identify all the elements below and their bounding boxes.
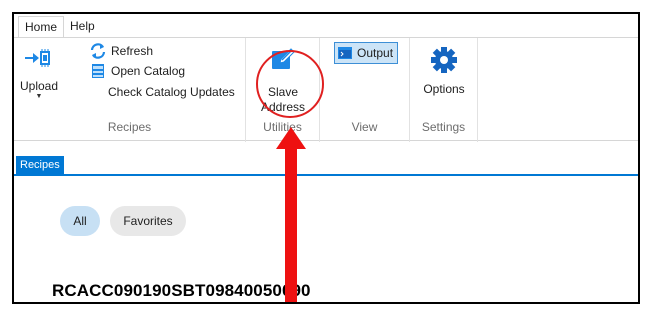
filter-all-button[interactable]: All xyxy=(60,206,100,236)
view-group-label: View xyxy=(351,120,378,134)
output-icon xyxy=(338,47,352,59)
tab-underline xyxy=(14,174,638,176)
annotation-arrow-icon xyxy=(276,127,306,302)
dropdown-arrow-icon: ▼ xyxy=(35,93,43,100)
upload-button[interactable]: Upload ▼ xyxy=(20,46,58,116)
options-button[interactable]: Options xyxy=(416,46,472,96)
settings-group-label: Settings xyxy=(421,120,466,134)
gear-icon xyxy=(430,47,458,77)
recipe-name[interactable]: RCACC090190SBT09840050090 xyxy=(52,281,311,301)
upload-icon xyxy=(23,49,55,73)
check-catalog-updates-button[interactable]: Check Catalog Updates xyxy=(108,83,235,101)
open-catalog-label: Open Catalog xyxy=(111,64,186,78)
open-catalog-button[interactable]: Open Catalog xyxy=(90,62,185,80)
output-label: Output xyxy=(357,46,394,60)
highlight-circle xyxy=(256,50,324,118)
upload-label: Upload xyxy=(20,79,59,93)
settings-group: Options Settings xyxy=(410,38,478,142)
filter-favorites-button[interactable]: Favorites xyxy=(110,206,186,236)
refresh-icon xyxy=(90,43,106,59)
output-button[interactable]: Output xyxy=(334,42,398,64)
view-group: Output View xyxy=(320,38,410,142)
tab-recipes[interactable]: Recipes xyxy=(16,156,64,174)
recipes-group-label: Recipes xyxy=(107,120,152,134)
refresh-label: Refresh xyxy=(111,44,154,58)
tab-help[interactable]: Help xyxy=(64,16,101,38)
refresh-button[interactable]: Refresh xyxy=(90,42,153,60)
tab-home[interactable]: Home xyxy=(18,16,65,38)
check-catalog-updates-label: Check Catalog Updates xyxy=(108,85,235,99)
recipes-group: Upload ▼ Refresh Open Catalog Check Cata… xyxy=(14,38,246,142)
catalog-icon xyxy=(90,63,106,79)
app-window: Home Help Upload ▼ Refresh Open Catalog … xyxy=(12,12,640,304)
ribbon: Upload ▼ Refresh Open Catalog Check Cata… xyxy=(14,37,638,142)
ribbon-tab-strip: Home Help xyxy=(14,14,638,38)
options-label: Options xyxy=(423,82,465,96)
